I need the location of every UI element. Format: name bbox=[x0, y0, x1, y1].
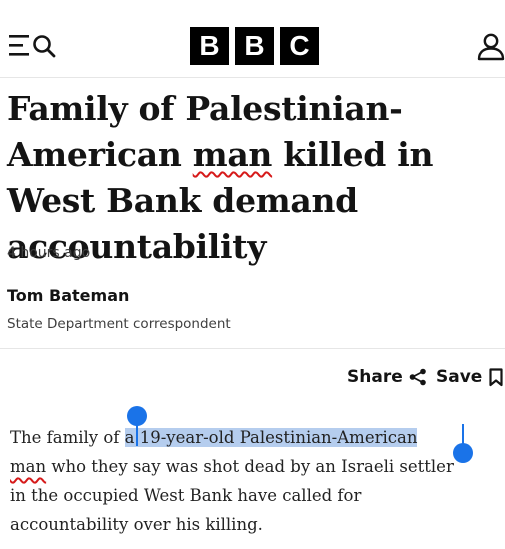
bbc-logo[interactable]: B B C bbox=[190, 27, 319, 65]
menu-search-button[interactable] bbox=[9, 33, 59, 59]
save-button[interactable]: Save bbox=[436, 367, 503, 387]
spellcheck-flagged-word[interactable]: man bbox=[193, 135, 273, 174]
body-line: The family of a 19-year-old Palestinian-… bbox=[10, 423, 502, 452]
body-line: man who they say was shot dead by an Isr… bbox=[10, 452, 502, 481]
bookmark-icon bbox=[489, 367, 503, 386]
hamburger-menu-icon bbox=[9, 35, 56, 58]
logo-letter: C bbox=[280, 27, 319, 65]
search-icon bbox=[33, 35, 56, 58]
article-headline: Family of Palestinian-American man kille… bbox=[7, 86, 502, 270]
divider bbox=[0, 348, 505, 349]
body-text: The family of bbox=[10, 428, 125, 447]
selection-start-handle[interactable] bbox=[127, 406, 147, 426]
body-line: accountability over his killing. bbox=[10, 515, 263, 534]
logo-letter: B bbox=[190, 27, 229, 65]
account-button[interactable] bbox=[477, 33, 505, 61]
body-text: who they say was shot dead by an Israeli… bbox=[46, 457, 454, 476]
save-label: Save bbox=[436, 367, 483, 387]
author-role: State Department correspondent bbox=[7, 316, 231, 332]
body-line: in the occupied West Bank have called fo… bbox=[10, 486, 362, 505]
share-label: Share bbox=[347, 367, 403, 387]
user-account-icon bbox=[477, 33, 505, 61]
share-button[interactable]: Share bbox=[347, 367, 427, 387]
article-body-paragraph: The family of a 19-year-old Palestinian-… bbox=[10, 423, 502, 539]
logo-letter: B bbox=[235, 27, 274, 65]
share-icon bbox=[409, 368, 426, 386]
top-navigation-bar: B B C bbox=[0, 0, 505, 78]
article-timestamp: 4 hours ago bbox=[7, 245, 91, 261]
spellcheck-flagged-word[interactable]: man bbox=[10, 457, 46, 476]
selection-end-handle[interactable] bbox=[453, 443, 473, 463]
selected-text[interactable]: a 19-year-old Palestinian-American bbox=[124, 428, 418, 447]
author-name[interactable]: Tom Bateman bbox=[7, 286, 129, 305]
